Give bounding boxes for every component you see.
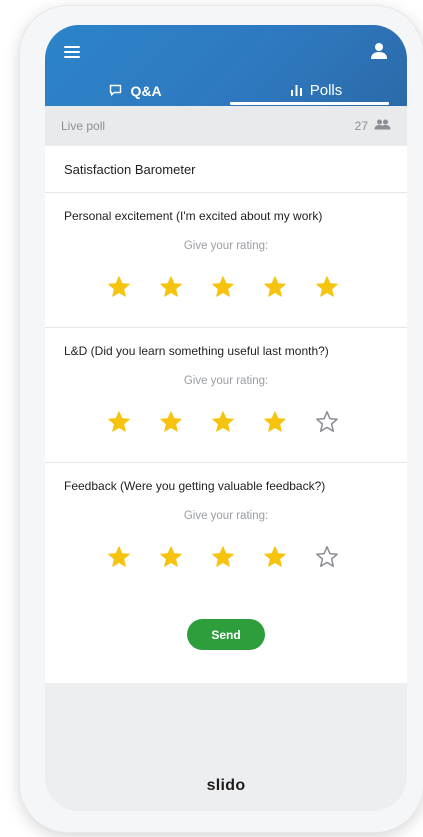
app-screen: Q&A Polls Live poll 27 Satisfaction Baro… (45, 25, 407, 811)
star-filled-icon[interactable] (263, 545, 315, 571)
rating-hint: Give your rating: (183, 510, 269, 522)
star-filled-icon[interactable] (107, 545, 159, 571)
star-filled-icon[interactable] (263, 275, 315, 301)
star-rating[interactable] (107, 410, 367, 436)
participant-count-value: 27 (354, 118, 368, 133)
rating-hint: Give your rating: (183, 375, 269, 387)
question-3: Feedback (Were you getting valuable feed… (45, 463, 407, 598)
question-text: Feedback (Were you getting valuable feed… (64, 479, 326, 493)
tab-polls[interactable]: Polls (226, 75, 407, 106)
star-filled-icon[interactable] (211, 275, 263, 301)
live-poll-bar: Live poll 27 (45, 106, 407, 145)
star-empty-icon[interactable] (315, 410, 367, 436)
star-filled-icon[interactable] (107, 275, 159, 301)
star-filled-icon[interactable] (263, 410, 315, 436)
tab-polls-label: Polls (309, 82, 343, 99)
question-1: Personal excitement (I'm excited about m… (45, 193, 407, 328)
poll-card: Satisfaction Barometer Personal exciteme… (45, 146, 407, 683)
question-2: L&D (Did you learn something useful last… (45, 328, 407, 463)
star-rating[interactable] (107, 545, 367, 571)
tab-bar: Q&A Polls (45, 75, 407, 106)
star-empty-icon[interactable] (315, 545, 367, 571)
participant-count: 27 (355, 119, 391, 133)
question-text: L&D (Did you learn something useful last… (64, 344, 329, 358)
rating-hint: Give your rating: (183, 240, 269, 252)
send-button[interactable]: Send (187, 619, 265, 650)
star-filled-icon[interactable] (107, 410, 159, 436)
send-area: Send (45, 619, 407, 650)
bar-chart-icon (290, 85, 302, 96)
qa-bubble-icon (109, 84, 122, 97)
menu-icon[interactable] (64, 46, 80, 58)
question-text: Personal excitement (I'm excited about m… (64, 209, 323, 223)
live-poll-label: Live poll (61, 118, 106, 133)
star-filled-icon[interactable] (159, 545, 211, 571)
tab-qa-label: Q&A (130, 82, 162, 99)
star-filled-icon[interactable] (211, 545, 263, 571)
app-header: Q&A Polls (45, 25, 407, 106)
star-filled-icon[interactable] (159, 410, 211, 436)
tab-qa[interactable]: Q&A (45, 75, 226, 106)
profile-icon[interactable] (369, 41, 389, 61)
poll-title: Satisfaction Barometer (45, 146, 407, 193)
star-rating[interactable] (107, 275, 367, 301)
slido-logo: slido (206, 777, 246, 794)
participants-icon (368, 119, 391, 133)
star-filled-icon[interactable] (315, 275, 367, 301)
star-filled-icon[interactable] (211, 410, 263, 436)
star-filled-icon[interactable] (159, 275, 211, 301)
